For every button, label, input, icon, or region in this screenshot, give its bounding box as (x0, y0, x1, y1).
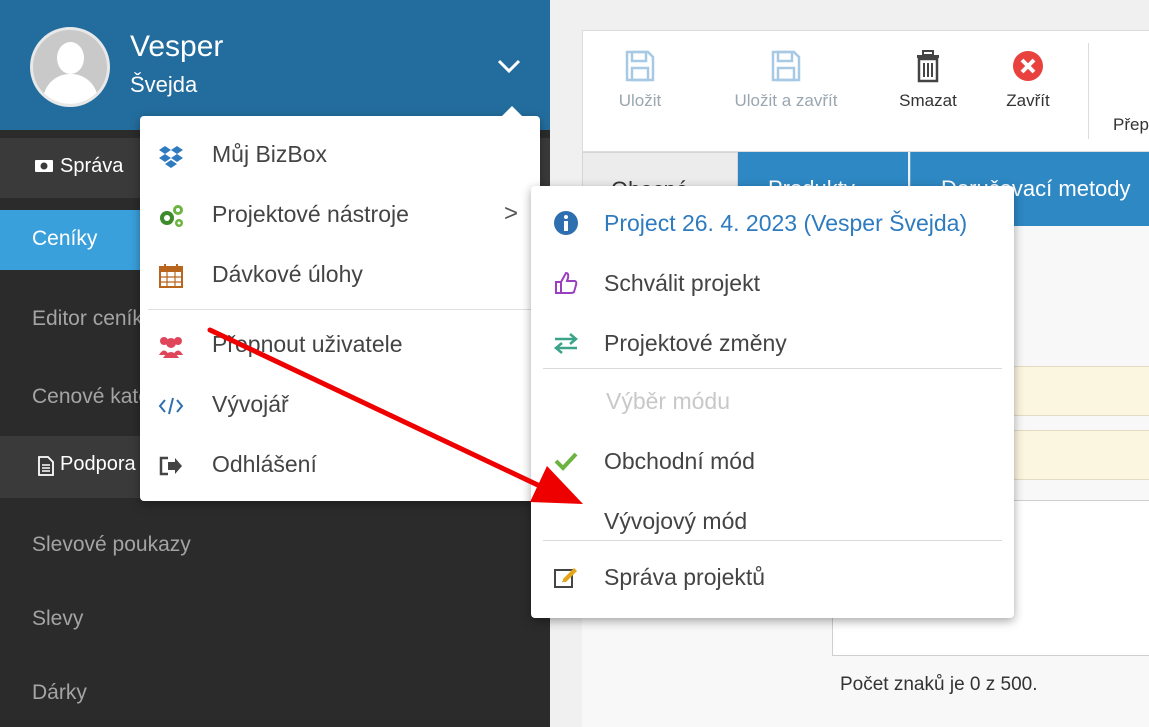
submenu-divider (543, 540, 1002, 541)
close-button[interactable]: Zavřít (993, 31, 1063, 151)
sidebar-item-slevove-poukazy[interactable]: Slevové poukazy (0, 516, 550, 574)
submenu-mode-header: Výběr módu (531, 372, 1014, 430)
document-icon (38, 456, 54, 476)
save-icon (771, 50, 801, 82)
toolbar-divider (1088, 43, 1089, 139)
menu-item-odhlaseni[interactable]: Odhlášení (140, 436, 540, 494)
submenu-header-label: Výběr módu (606, 388, 731, 414)
submenu-business-mode[interactable]: Obchodní mód (531, 432, 1014, 490)
switch-button[interactable]: Přepnout (1113, 31, 1149, 151)
menu-item-davkove-ulohy[interactable]: Dávkové úlohy (140, 246, 540, 304)
save-button[interactable]: Uložit (605, 31, 675, 151)
submenu-item-label: Projektové změny (604, 330, 787, 356)
chevron-right-icon: > (503, 200, 518, 227)
avatar[interactable] (30, 27, 110, 107)
menu-divider (148, 309, 532, 310)
users-icon (159, 337, 183, 358)
chevron-down-icon[interactable] (494, 54, 524, 78)
submenu-item-label: Vývojový mód (604, 508, 748, 534)
submenu-project-label: Project 26. 4. 2023 (Vesper Švejda) (604, 210, 968, 236)
menu-item-label: Vývojář (212, 391, 289, 417)
dropbox-icon (159, 146, 183, 168)
save-close-label: Uložit a zavřít (734, 91, 838, 110)
sidebar-section-label: Podpora (60, 453, 136, 475)
user-dropdown-menu: Můj BizBox Projektové nástroje > Dávkové… (140, 106, 540, 501)
money-icon (35, 160, 53, 172)
delete-label: Smazat (899, 91, 957, 110)
submenu-approve-project[interactable]: Schválit projekt (531, 254, 1014, 312)
exchange-icon (554, 333, 578, 354)
trash-icon (917, 50, 939, 83)
menu-item-label: Přepnout uživatele (212, 331, 403, 357)
menu-item-vyvojar[interactable]: Vývojář (140, 376, 540, 434)
submenu-item-label: Schválit projekt (604, 270, 760, 296)
char-count: Počet znaků je 0 z 500. (840, 674, 1038, 695)
menu-item-label: Odhlášení (212, 451, 317, 477)
save-close-button[interactable]: Uložit a zavřít (711, 31, 861, 151)
sidebar-item-label: Dárky (32, 681, 87, 704)
check-icon (554, 452, 578, 471)
sidebar-item-label: Slevové poukazy (32, 533, 191, 556)
menu-item-muj-bizbox[interactable]: Můj BizBox (140, 126, 540, 184)
sign-out-icon (159, 456, 182, 476)
menu-item-label: Můj BizBox (212, 141, 328, 167)
submenu-current-project[interactable]: Project 26. 4. 2023 (Vesper Švejda) (531, 194, 1014, 252)
submenu-manage-projects[interactable]: Správa projektů (531, 548, 1014, 606)
submenu-item-label: Správa projektů (604, 564, 766, 590)
toolbar: Uložit Uložit a zavřít Smazat Zavřít Pře… (582, 30, 1149, 152)
sidebar-item-label: Ceníky (32, 227, 98, 250)
sidebar-section-label: Správa (60, 155, 124, 177)
gears-icon (160, 205, 183, 227)
submenu-dev-mode[interactable]: Vývojový mód (531, 492, 1014, 550)
calendar-icon (159, 264, 183, 288)
delete-button[interactable]: Smazat (883, 31, 973, 151)
menu-item-label: Projektové nástroje (212, 201, 409, 227)
submenu-project-changes[interactable]: Projektové změny (531, 314, 1014, 372)
submenu-divider (543, 368, 1002, 369)
user-last-name: Švejda (130, 72, 198, 97)
code-icon (158, 397, 184, 415)
info-icon (554, 211, 578, 235)
save-label: Uložit (618, 91, 662, 110)
save-icon (625, 50, 655, 82)
edit-icon (554, 568, 577, 588)
project-tools-submenu: Project 26. 4. 2023 (Vesper Švejda) Schv… (531, 186, 1014, 618)
menu-item-prepnout-uzivatele[interactable]: Přepnout uživatele (140, 316, 540, 374)
menu-item-projektove-nastroje[interactable]: Projektové nástroje > (140, 186, 540, 244)
sidebar-item-label: Slevy (32, 607, 84, 630)
sidebar-item-darky[interactable]: Dárky (0, 664, 550, 722)
user-first-name: Vesper (130, 30, 224, 63)
menu-item-label: Dávkové úlohy (212, 261, 363, 287)
close-icon (1013, 51, 1043, 81)
close-label: Zavřít (1006, 91, 1050, 110)
thumbs-up-icon (555, 271, 578, 294)
sidebar-item-slevy[interactable]: Slevy (0, 590, 550, 648)
submenu-item-label: Obchodní mód (604, 448, 755, 474)
sidebar-item-label: Editor ceníků (32, 307, 155, 330)
switch-label: Přepnout (1113, 115, 1149, 134)
user-header[interactable]: Vesper Švejda (0, 0, 550, 130)
